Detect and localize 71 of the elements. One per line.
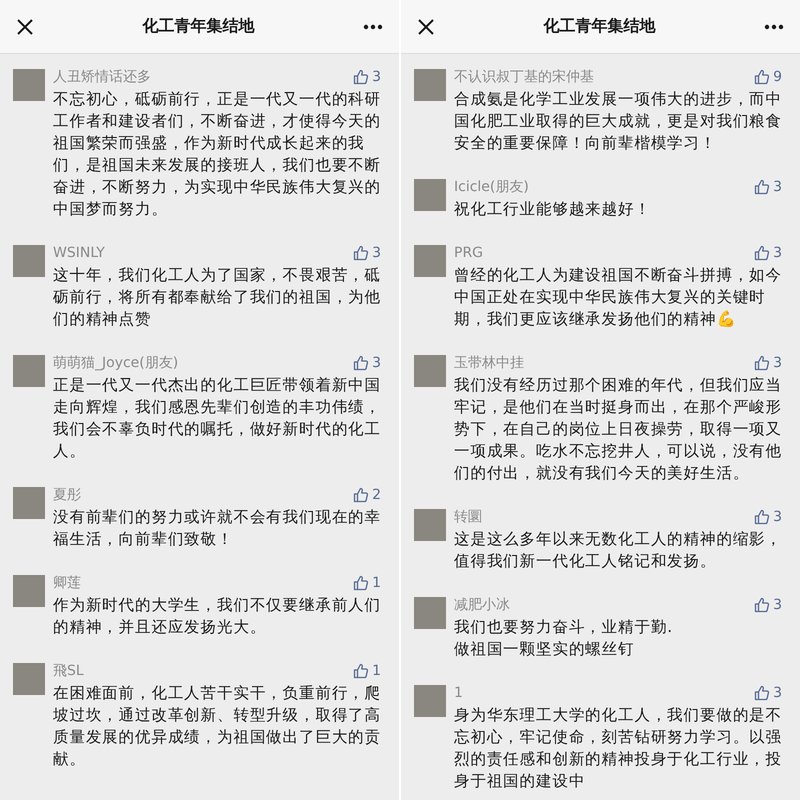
user-name: Icicle(朋友) <box>454 178 529 196</box>
comment-text: 曾经的化工人为建设祖国不断奋斗拼搏，如今中国正处在实现中华民族伟大复兴的关键时期，我们更应该继承发扬他们的精神💪 <box>454 265 783 330</box>
like-button[interactable]: 3 <box>754 355 784 371</box>
like-button[interactable]: 3 <box>353 69 383 85</box>
like-button[interactable]: 3 <box>754 685 784 701</box>
comment-text: 这是这么多年以来无数化工人的精神的缩影，值得我们新一代化工人铭记和发扬。 <box>454 529 783 572</box>
thumbs-up-icon[interactable] <box>353 355 370 371</box>
like-button[interactable]: 3 <box>353 355 383 371</box>
comment-text: 正是一代又一代杰出的化工巨匠带领着新中国走向辉煌，我们感恩先辈们创造的丰功伟绩，我们会不辜负时代的嘱托，做好新时代的化工人。 <box>53 375 382 462</box>
like-button[interactable]: 2 <box>353 487 383 503</box>
user-name: 萌萌猫_Joyce(朋友) <box>53 354 178 372</box>
like-button[interactable]: 3 <box>353 245 383 261</box>
user-name: 减肥小冰 <box>454 596 510 614</box>
avatar-photo <box>414 597 446 629</box>
page-title: 化工青年集结地 <box>141 16 256 37</box>
user-name: 不认识叔丁基的宋仲基 <box>454 68 594 86</box>
thumbs-up-icon[interactable] <box>353 663 370 679</box>
user-name: 夏彤 <box>53 486 81 504</box>
user-name: 1 <box>454 685 463 701</box>
user-name: PRG <box>454 245 484 261</box>
avatar-photo <box>13 575 45 607</box>
comment-text: 没有前辈们的努力或许就不会有我们现在的幸福生活，向前辈们致敬！ <box>53 507 382 550</box>
like-button[interactable]: 9 <box>754 69 784 85</box>
comment-text: 在困难面前，化工人苦干实干，负重前行，爬坡过坎，通过改革创新、转型升级，取得了高质量发展的优异成绩，为祖国做出了巨大的贡献。 <box>53 683 382 770</box>
thumbs-up-icon[interactable] <box>754 355 770 371</box>
avatar-photo <box>13 69 45 101</box>
avatar-photo <box>414 509 446 541</box>
thumbs-up-icon[interactable] <box>754 179 770 195</box>
thumbs-up-icon[interactable] <box>754 509 770 525</box>
comment-text: 我们没有经历过那个困难的年代，但我们应当牢记，是他们在当时挺身而出，在那个严峻形势下，在自己的岗位上日夜操劳，取得一项又一项成果。吃水不忘挖井人，可以说，没有他们的付出，就没有我们今天的美好生活。 <box>454 375 783 484</box>
avatar-photo <box>13 663 45 695</box>
avatar-photo <box>414 69 446 101</box>
like-button[interactable]: 3 <box>754 179 784 195</box>
user-name: 玉带林中挂 <box>454 354 524 372</box>
user-name: 人丑矫情话还多 <box>53 68 151 86</box>
comment-text: 身为华东理工大学的化工人，我们要做的是不忘初心，牢记使命，刻苦钻研努力学习。以强烈的责任感和创新的精神投身于化工行业，投身于祖国的建设中 <box>454 705 783 792</box>
like-button[interactable]: 1 <box>353 575 383 591</box>
avatar-photo <box>414 685 446 717</box>
avatar-photo <box>13 245 45 277</box>
thumbs-up-icon[interactable] <box>353 575 370 591</box>
more-icon[interactable] <box>363 24 383 30</box>
user-name: 卿莲 <box>53 574 81 592</box>
thumbs-up-icon[interactable] <box>754 69 770 85</box>
avatar-photo <box>13 487 45 519</box>
comment-text: 祝化工行业能够越来越好！ <box>454 199 652 220</box>
avatar-photo <box>414 245 446 277</box>
comment-text: 我们也要努力奋斗，业精于勤. 做祖国一颗坚实的螺丝钉 <box>454 617 674 660</box>
more-icon[interactable] <box>764 24 784 30</box>
thumbs-up-icon[interactable] <box>754 597 770 613</box>
avatar-photo <box>414 179 446 211</box>
like-button[interactable]: 3 <box>754 597 784 613</box>
comment-text: 不忘初心，砥砺前行，正是一代又一代的科研工作者和建设者们，不断奋进，才使得今天的祖国繁荣而强盛，作为新时代成长起来的我们，是祖国未来发展的接班人，我们也要不断奋进，不断努力，为实现中华民族伟大复兴的中国梦而努力。 <box>53 89 382 220</box>
like-button[interactable]: 3 <box>754 509 784 525</box>
page-title: 化工青年集结地 <box>542 16 657 37</box>
like-button[interactable]: 3 <box>754 245 784 261</box>
like-button[interactable]: 1 <box>353 663 383 679</box>
thumbs-up-icon[interactable] <box>353 245 370 261</box>
avatar-photo <box>414 355 446 387</box>
thumbs-up-icon[interactable] <box>754 685 770 701</box>
close-icon[interactable] <box>417 18 435 36</box>
comment-text: 这十年，我们化工人为了国家，不畏艰苦，砥砺前行，将所有都奉献给了我们的祖国，为他们的精神点赞 <box>53 265 382 330</box>
user-name: 转圜 <box>454 508 482 526</box>
user-name: 飛SL <box>53 662 84 680</box>
comment-text: 合成氨是化学工业发展一项伟大的进步，而中国化肥工业取得的巨大成就，更是对我们粮食安全的重要保障！向前辈楷模学习！ <box>454 89 783 154</box>
thumbs-up-icon[interactable] <box>353 69 370 85</box>
comment-text: 作为新时代的大学生，我们不仅要继承前人们的精神，并且还应发扬光大。 <box>53 595 382 638</box>
close-icon[interactable] <box>16 18 34 36</box>
thumbs-up-icon[interactable] <box>754 245 770 261</box>
user-name: WSINLY <box>53 245 105 261</box>
thumbs-up-icon[interactable] <box>353 487 370 503</box>
avatar-photo <box>13 355 45 387</box>
